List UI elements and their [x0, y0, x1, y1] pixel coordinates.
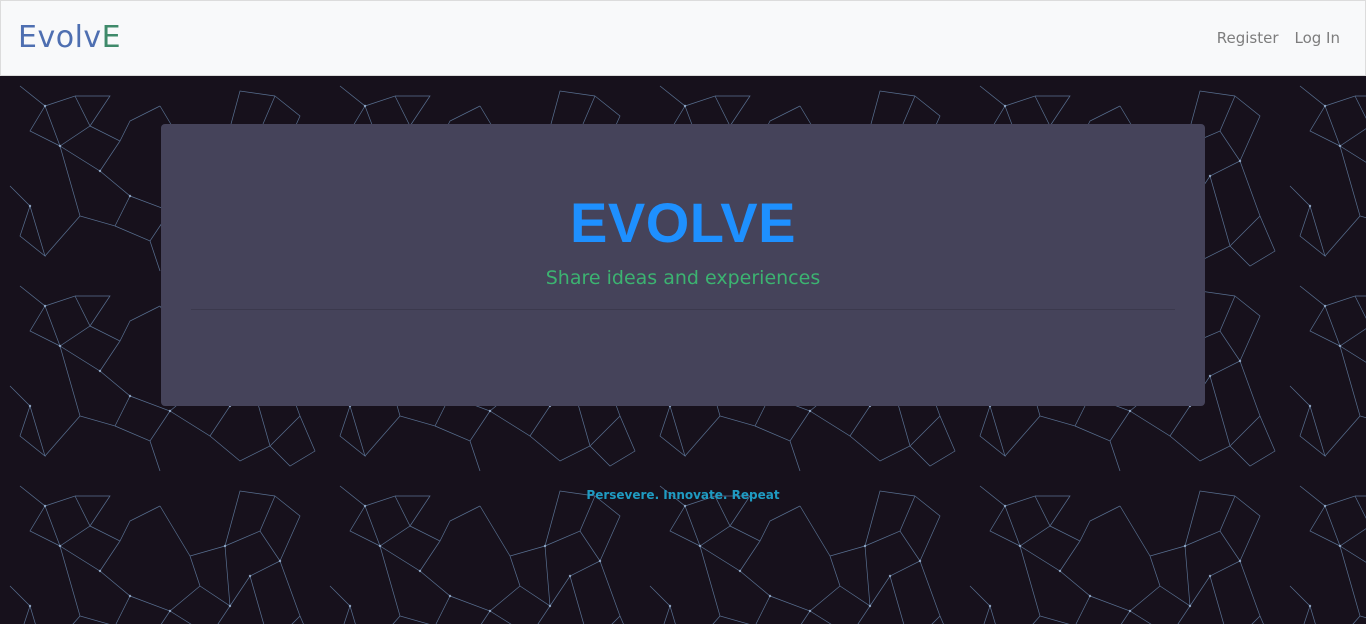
- hero-title: EVOLVE: [569, 191, 796, 254]
- hero-panel: EVOLVE Share ideas and experiences: [161, 124, 1205, 406]
- register-link[interactable]: Register: [1217, 29, 1279, 47]
- hero-divider: [191, 309, 1175, 310]
- brand-text-accent: E: [101, 20, 122, 55]
- tagline: Persevere. Innovate. Repeat: [586, 488, 780, 502]
- login-link[interactable]: Log In: [1295, 29, 1341, 47]
- nav-links: Register Log In: [1217, 29, 1340, 47]
- brand-text-main: Evolv: [18, 20, 102, 55]
- hero-subtitle: Share ideas and experiences: [545, 267, 821, 289]
- top-navbar: EvolvE Register Log In: [0, 0, 1366, 76]
- brand-logo[interactable]: EvolvE: [18, 23, 121, 53]
